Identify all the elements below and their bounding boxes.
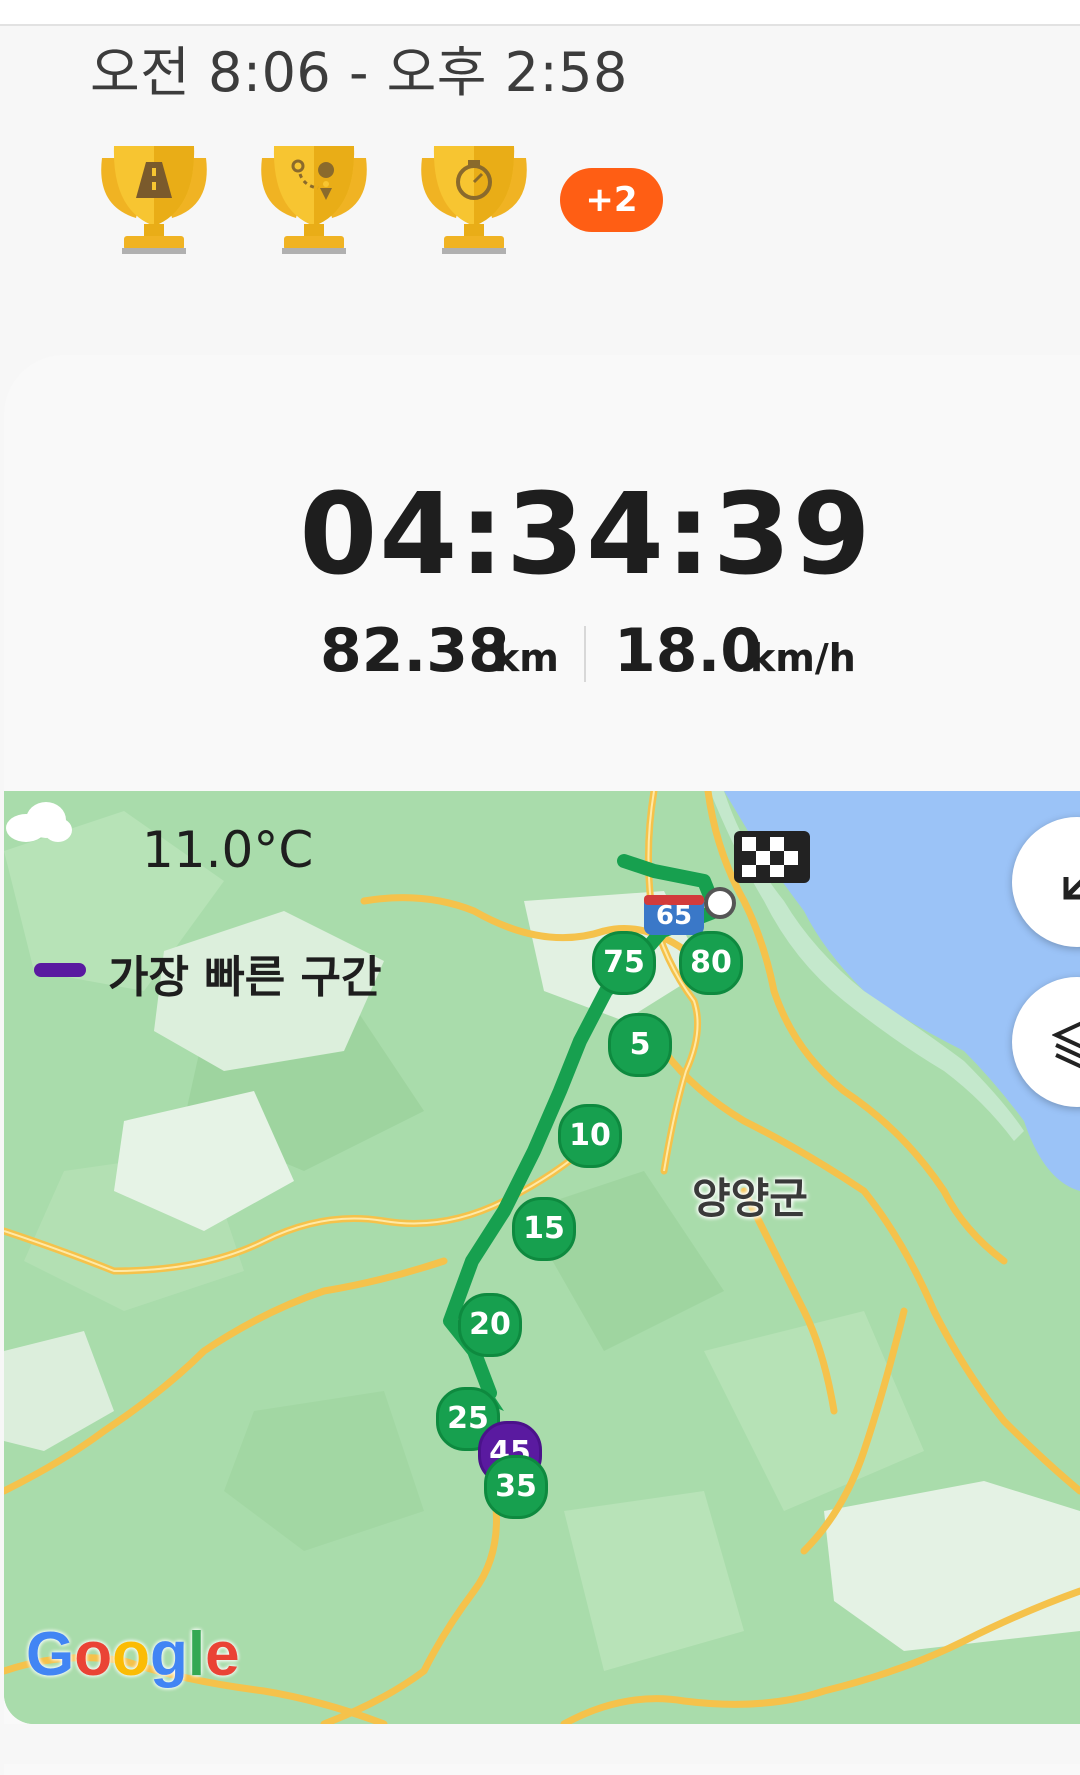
stats-row: 82.38 km 18.0 km/h: [0, 616, 1080, 686]
km-marker[interactable]: 75: [592, 931, 656, 995]
distance-unit: km: [494, 636, 559, 680]
google-o2: o: [112, 1620, 150, 1689]
route-trophy-icon[interactable]: [252, 140, 376, 262]
temperature: 11.0°C: [142, 821, 314, 879]
activity-time-range: 오전 8:06 - 오후 2:58: [90, 41, 628, 104]
fastest-segment-legend-swatch: [34, 963, 86, 977]
route-map[interactable]: 11.0°C 가장 빠른 구간 양양군 65 75 80 5 10 15 20 …: [4, 791, 1080, 1724]
google-l: l: [187, 1620, 206, 1689]
place-label: 양양군: [692, 1174, 808, 1223]
road-trophy-icon[interactable]: [92, 140, 216, 262]
more-trophies-badge[interactable]: +2: [560, 168, 663, 232]
google-g2: g: [149, 1620, 188, 1689]
stats-divider: [584, 626, 586, 682]
divider: [0, 24, 1080, 26]
collapse-arrow-icon: [1063, 877, 1080, 900]
bottom-area: [0, 1724, 1080, 1764]
highway-shield-label: 65: [655, 901, 693, 931]
km-marker[interactable]: 10: [558, 1104, 622, 1168]
distance-value: 82.38: [320, 616, 510, 686]
km-marker[interactable]: 15: [512, 1197, 576, 1261]
cloud-icon: [6, 802, 72, 842]
google-g1: G: [26, 1620, 75, 1689]
km-marker[interactable]: 35: [484, 1455, 548, 1519]
duration-value: 04:34:39: [299, 470, 873, 600]
speed-unit: km/h: [750, 636, 856, 680]
status-area: [0, 0, 1080, 24]
fastest-segment-legend-label: 가장 빠른 구간: [108, 952, 382, 1003]
layers-icon: [1052, 1021, 1080, 1069]
google-attribution: Google: [26, 1619, 240, 1690]
speed-value: 18.0: [614, 616, 763, 686]
km-marker[interactable]: 5: [608, 1013, 672, 1077]
km-marker[interactable]: 80: [679, 931, 743, 995]
google-e: e: [205, 1620, 240, 1689]
stopwatch-trophy-icon[interactable]: [412, 140, 536, 262]
km-marker[interactable]: 20: [458, 1293, 522, 1357]
google-o1: o: [74, 1620, 113, 1689]
